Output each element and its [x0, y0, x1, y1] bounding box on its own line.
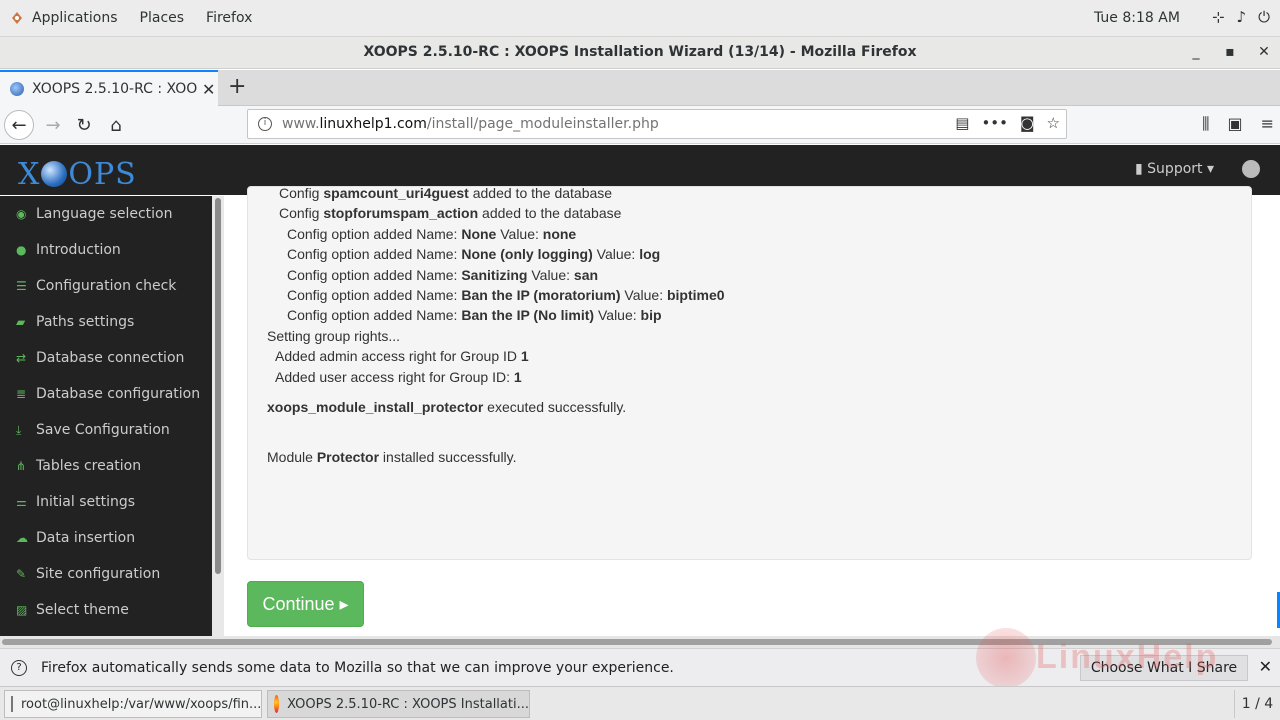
- sidebar-item-site-configuration[interactable]: ✎ Site configuration: [0, 556, 212, 592]
- volume-icon[interactable]: ♪: [1237, 8, 1247, 26]
- bookmark-star-icon[interactable]: ☆: [1047, 114, 1060, 132]
- reload-icon[interactable]: ↻: [69, 110, 99, 140]
- continue-button[interactable]: Continue ▸: [247, 581, 364, 627]
- library-icon[interactable]: ⫼: [1202, 114, 1209, 134]
- sidebar-scrollbar[interactable]: [212, 196, 224, 636]
- sidebar-item-data-insertion[interactable]: ☁ Data insertion: [0, 520, 212, 556]
- language-icon: ◉: [16, 207, 27, 221]
- sidebar-item-introduction[interactable]: ● Introduction: [0, 232, 212, 268]
- notification-close-icon[interactable]: ✕: [1259, 657, 1272, 676]
- window-title: XOOPS 2.5.10-RC : XOOPS Installation Wiz…: [363, 44, 917, 60]
- log-line: Setting group rights...: [267, 327, 401, 344]
- install-steps-sidebar: ◉ Language selection ● Introduction ☰ Confi…: [0, 196, 212, 636]
- sidebar-item-database-connection[interactable]: ⇄ Database connection: [0, 340, 212, 376]
- clock[interactable]: Tue 8:18 AM: [1094, 10, 1180, 26]
- log-line: Config option added Name: None Value: no…: [287, 225, 577, 242]
- minimize-icon[interactable]: _: [1188, 37, 1204, 67]
- log-line: Config spamcount_uri4guest added to the …: [279, 186, 613, 201]
- sidebar-item-paths-settings[interactable]: ▰ Paths settings: [0, 304, 212, 340]
- browser-tab[interactable]: XOOPS 2.5.10-RC : XOOPS ✕: [0, 70, 218, 106]
- book-icon: ▮: [1135, 161, 1148, 177]
- home-icon[interactable]: ⌂: [101, 110, 131, 140]
- database-icon: ≣: [16, 387, 27, 401]
- log-line: Module Protector installed successfully.: [267, 449, 517, 466]
- log-line: Config option added Name: Ban the IP (No…: [287, 307, 662, 324]
- question-icon: ?: [11, 659, 27, 676]
- sidebar-item-tables-creation[interactable]: ⋔ Tables creation: [0, 448, 212, 484]
- site-info-icon[interactable]: i: [258, 117, 272, 131]
- download-icon: ⤓: [16, 422, 22, 437]
- navigation-bar: ← → ↻ ⌂ i www.linuxhelp1.com/install/pag…: [0, 106, 1280, 144]
- sidebar-item-save-configuration[interactable]: ⤓ Save Configuration: [0, 412, 212, 448]
- url-text[interactable]: www.linuxhelp1.com/install/page_modulein…: [282, 116, 659, 132]
- terminal-icon: [11, 696, 13, 712]
- applications-menu[interactable]: Applications: [32, 10, 132, 26]
- log-line: xoops_module_install_protector executed …: [267, 398, 627, 415]
- log-line: Added admin access right for Group ID 1: [275, 348, 529, 365]
- install-log-panel: Config spamcount_uri4guest added to the …: [247, 186, 1252, 560]
- network-icon[interactable]: ⊹: [1212, 8, 1225, 26]
- list-icon: ☰: [16, 279, 27, 293]
- places-menu[interactable]: Places: [132, 10, 199, 26]
- sidebar-item-database-configuration[interactable]: ≣ Database configuration: [0, 376, 212, 412]
- log-line: Added user access right for Group ID: 1: [275, 368, 522, 385]
- maximize-icon[interactable]: ▪: [1222, 37, 1238, 67]
- sliders-icon: ⚌: [16, 495, 27, 509]
- firefox-menu[interactable]: Firefox: [198, 10, 266, 26]
- forward-icon[interactable]: →: [38, 110, 68, 140]
- workspace-pager[interactable]: 1 / 4: [1234, 690, 1280, 718]
- sidebar-item-initial-settings[interactable]: ⚌ Initial settings: [0, 484, 212, 520]
- url-bar[interactable]: i www.linuxhelp1.com/install/page_module…: [247, 109, 1067, 139]
- log-line: Config stopforumspam_action added to the…: [279, 205, 622, 222]
- taskbar: root@linuxhelp:/var/www/xoops/fin... XOO…: [0, 686, 1280, 720]
- xoops-logo[interactable]: X OPS: [18, 157, 137, 192]
- tab-title: XOOPS 2.5.10-RC : XOOPS: [32, 81, 198, 97]
- firefox-icon: [274, 695, 280, 713]
- hamburger-menu-icon[interactable]: ≡: [1261, 114, 1274, 134]
- log-line: Config option added Name: Ban the IP (mo…: [287, 286, 725, 303]
- pocket-icon[interactable]: ◙: [1020, 114, 1035, 132]
- log-line: Config option added Name: None (only log…: [287, 246, 661, 263]
- notification-text: Firefox automatically sends some data to…: [41, 659, 674, 676]
- support-dropdown[interactable]: ▮ Support ▾: [1135, 161, 1214, 177]
- gnome-top-bar: Applications Places Firefox Tue 8:18 AM …: [0, 0, 1280, 37]
- back-icon[interactable]: ←: [4, 110, 34, 140]
- favicon-icon: [10, 82, 24, 96]
- close-icon[interactable]: ✕: [1256, 37, 1272, 67]
- connection-icon: ⇄: [16, 351, 27, 365]
- cloud-upload-icon: ☁: [16, 531, 28, 545]
- sidebar-scrollbar-thumb[interactable]: [215, 198, 221, 574]
- github-icon[interactable]: [1242, 160, 1260, 178]
- main-content: Config spamcount_uri4guest added to the …: [224, 186, 1280, 636]
- window-title-bar: XOOPS 2.5.10-RC : XOOPS Installation Wiz…: [0, 37, 1280, 69]
- sidebar-item-select-theme[interactable]: ▨ Select theme: [0, 592, 212, 628]
- reader-view-icon[interactable]: ▤: [955, 114, 969, 132]
- applications-icon: [10, 11, 24, 25]
- info-icon: ●: [16, 243, 27, 257]
- log-line: Config option added Name: Sanitizing Val…: [287, 266, 599, 283]
- image-icon: ▨: [16, 603, 28, 617]
- power-icon[interactable]: ⏻: [1258, 8, 1270, 26]
- linuxhelp-watermark-logo: [976, 628, 1036, 688]
- edit-icon: ✎: [16, 567, 27, 581]
- taskbar-firefox[interactable]: XOOPS 2.5.10-RC : XOOPS Installati...: [267, 690, 530, 718]
- new-tab-icon[interactable]: +: [228, 74, 246, 99]
- sidebar-item-configuration-check[interactable]: ☰ Configuration check: [0, 268, 212, 304]
- tab-close-icon[interactable]: ✕: [202, 80, 215, 99]
- sidebar-toggle-icon[interactable]: ▣: [1227, 114, 1242, 134]
- sidebar-item-language-selection[interactable]: ◉ Language selection: [0, 196, 212, 232]
- sitemap-icon: ⋔: [16, 459, 27, 473]
- taskbar-terminal[interactable]: root@linuxhelp:/var/www/xoops/fin...: [4, 690, 262, 718]
- folder-icon: ▰: [16, 315, 26, 329]
- tab-strip: XOOPS 2.5.10-RC : XOOPS ✕ +: [0, 70, 1280, 106]
- linuxhelp-watermark-text: LinuxHelp: [1036, 638, 1219, 676]
- main-scrollbar[interactable]: [1274, 196, 1280, 636]
- page-actions-icon[interactable]: •••: [981, 114, 1008, 132]
